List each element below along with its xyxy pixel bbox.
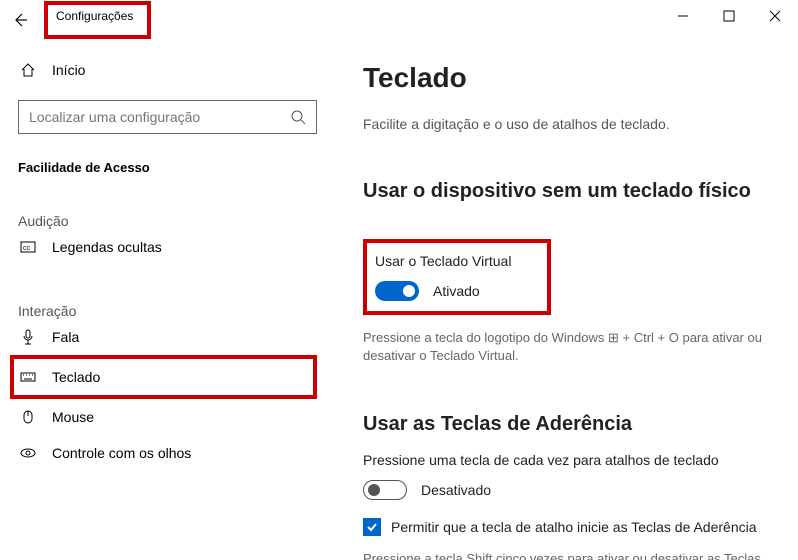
virtual-keyboard-highlight: Usar o Teclado Virtual Ativado xyxy=(363,239,551,315)
back-button[interactable] xyxy=(0,0,40,40)
sticky-keys-toggle[interactable] xyxy=(363,480,407,500)
titlebar: Configurações xyxy=(0,0,798,40)
minimize-icon xyxy=(677,10,689,22)
sticky-keys-shortcut-row[interactable]: Permitir que a tecla de atalho inicie as… xyxy=(363,518,770,536)
sidebar-item-label: Mouse xyxy=(52,409,94,425)
windows-key-icon: ⊞ xyxy=(608,330,619,345)
sticky-keys-desc: Pressione uma tecla de cada vez para ata… xyxy=(363,452,770,468)
sticky-keys-help: Pressione a tecla Shift cinco vezes para… xyxy=(363,550,770,560)
eye-icon xyxy=(20,445,36,461)
main-content: Teclado Facilite a digitação e o uso de … xyxy=(335,40,798,560)
app-title: Configurações xyxy=(56,9,133,23)
page-title: Teclado xyxy=(363,62,770,94)
section-no-physical-keyboard: Usar o dispositivo sem um teclado físico xyxy=(363,180,770,203)
sidebar-item-keyboard[interactable]: Teclado xyxy=(10,355,317,399)
sticky-keys-state: Desativado xyxy=(421,482,491,498)
sticky-keys-shortcut-checkbox[interactable] xyxy=(363,518,381,536)
sidebar: Início Facilidade de Acesso Audição cc L… xyxy=(0,40,335,560)
search-icon xyxy=(290,109,306,125)
sidebar-item-speech[interactable]: Fala xyxy=(18,319,317,355)
virtual-keyboard-help: Pressione a tecla do logotipo do Windows… xyxy=(363,329,770,365)
toggle-knob xyxy=(403,285,415,297)
arrow-left-icon xyxy=(12,12,28,28)
captions-icon: cc xyxy=(20,239,36,255)
virtual-keyboard-label: Usar o Teclado Virtual xyxy=(375,253,511,269)
sidebar-item-label: Controle com os olhos xyxy=(52,445,191,461)
keyboard-icon xyxy=(20,369,36,385)
virtual-keyboard-state: Ativado xyxy=(433,283,480,299)
close-icon xyxy=(769,10,781,22)
app-title-highlight: Configurações xyxy=(44,1,151,39)
home-nav[interactable]: Início xyxy=(18,54,317,86)
check-icon xyxy=(366,521,378,533)
sticky-keys-shortcut-label: Permitir que a tecla de atalho inicie as… xyxy=(391,519,757,535)
microphone-icon xyxy=(20,329,36,345)
sidebar-item-label: Teclado xyxy=(52,369,100,385)
virtual-keyboard-toggle[interactable] xyxy=(375,281,419,301)
sidebar-item-eye-control[interactable]: Controle com os olhos xyxy=(18,435,317,471)
toggle-knob xyxy=(368,484,380,496)
maximize-icon xyxy=(723,10,735,22)
maximize-button[interactable] xyxy=(706,0,752,32)
search-input[interactable] xyxy=(29,109,290,125)
window-controls xyxy=(660,0,798,32)
section-sticky-keys: Usar as Teclas de Aderência xyxy=(363,413,770,436)
sidebar-item-label: Legendas ocultas xyxy=(52,239,162,255)
home-label: Início xyxy=(52,62,85,78)
group-interaction: Interação xyxy=(18,303,317,319)
close-button[interactable] xyxy=(752,0,798,32)
search-box[interactable] xyxy=(18,100,317,134)
sidebar-item-mouse[interactable]: Mouse xyxy=(18,399,317,435)
home-icon xyxy=(20,62,36,78)
minimize-button[interactable] xyxy=(660,0,706,32)
page-subtitle: Facilite a digitação e o uso de atalhos … xyxy=(363,116,770,132)
svg-text:cc: cc xyxy=(23,245,31,252)
group-audio: Audição xyxy=(18,213,317,229)
category-header: Facilidade de Acesso xyxy=(18,160,317,175)
sidebar-item-captions[interactable]: cc Legendas ocultas xyxy=(18,229,317,265)
mouse-icon xyxy=(20,409,36,425)
sidebar-item-label: Fala xyxy=(52,329,79,345)
